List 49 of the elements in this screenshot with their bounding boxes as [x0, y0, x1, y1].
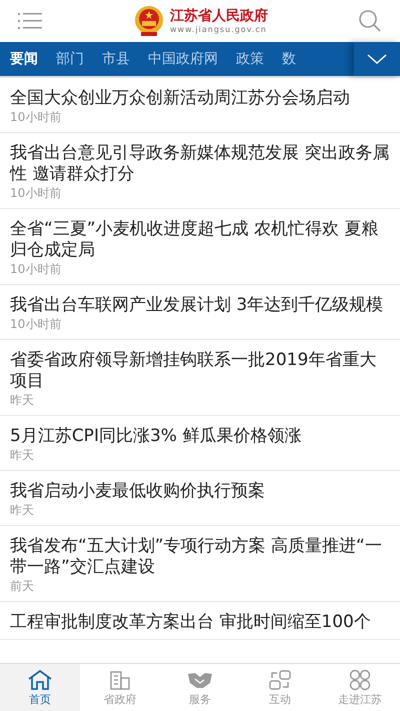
news-title: 全国大众创业万众创新活动周江苏分会场启动 [10, 88, 351, 109]
tab[interactable]: 要闻 [10, 50, 38, 68]
news-time: 10小时前 [10, 109, 62, 126]
news-title: 我省出台车联网产业发展计划 3年达到千亿级规模 [10, 295, 384, 316]
news-item[interactable]: 我省出台意见引导政务新媒体规范发展 突出政务属性 邀请群众打分 10小时前 [0, 133, 400, 209]
building-icon [108, 668, 132, 690]
news-time: 10小时前 [10, 261, 62, 278]
site-title: 江苏省人民政府 [170, 8, 268, 24]
site-url: www.jiangsu.gov.cn [170, 24, 268, 34]
nav-label: 省政府 [104, 692, 136, 706]
tab[interactable]: 部门 [56, 50, 84, 68]
home-icon [28, 668, 52, 690]
tab[interactable]: 市县 [102, 50, 130, 68]
news-title: 5月江苏CPI同比涨3% 鲜瓜果价格领涨 [10, 426, 302, 447]
exchange-icon [268, 668, 292, 690]
expand-button[interactable] [354, 42, 400, 76]
nav-label: 首页 [29, 692, 51, 706]
nav-item[interactable]: 首页 [0, 664, 80, 711]
news-title: 我省启动小麦最低收购价执行预案 [10, 481, 266, 502]
nav-label: 互动 [269, 692, 291, 706]
news-title: 我省出台意见引导政务新媒体规范发展 突出政务属性 邀请群众打分 [10, 143, 390, 185]
news-item[interactable]: 我省出台车联网产业发展计划 3年达到千亿级规模 10小时前 [0, 285, 400, 340]
news-time: 10小时前 [10, 316, 62, 333]
news-time: 昨天 [10, 447, 35, 464]
news-time: 前天 [10, 578, 35, 595]
news-item[interactable]: 我省发布“五大计划”专项行动方案 高质量推进“一带一路”交汇点建设 前天 [0, 526, 400, 602]
news-item[interactable]: 全省“三夏”小麦机收进度超七成 农机忙得欢 夏粮归仓成定局 10小时前 [0, 209, 400, 285]
news-title: 省委省政府领导新增挂钩联系一批2019年省重大项目 [10, 350, 378, 392]
news-item[interactable]: 我省启动小麦最低收购价执行预案 昨天 [0, 471, 400, 526]
chevron-down-icon [367, 54, 387, 64]
news-time: 昨天 [10, 502, 35, 519]
news-time: 昨天 [10, 392, 35, 409]
news-item[interactable]: 5月江苏CPI同比涨3% 鲜瓜果价格领涨 昨天 [0, 416, 400, 471]
news-time: 10小时前 [10, 185, 62, 202]
news-item[interactable]: 全国大众创业万众创新活动周江苏分会场启动 10小时前 [0, 78, 400, 133]
nav-label: 走进江苏 [338, 692, 382, 706]
news-title: 我省发布“五大计划”专项行动方案 高质量推进“一带一路”交汇点建设 [10, 536, 383, 578]
tab[interactable]: 数 [282, 50, 296, 68]
news-title: 工程审批制度改革方案出台 审批时间缩至100个 [10, 612, 372, 633]
emblem-icon [132, 4, 166, 38]
nav-label: 服务 [189, 692, 211, 706]
news-item[interactable]: 省委省政府领导新增挂钩联系一批2019年省重大项目 昨天 [0, 340, 400, 416]
tab[interactable]: 政策 [236, 50, 264, 68]
news-item[interactable]: 工程审批制度改革方案出台 审批时间缩至100个 [0, 602, 400, 640]
tab[interactable]: 中国政府网 [148, 50, 218, 68]
search-icon[interactable] [358, 9, 382, 33]
news-title: 全省“三夏”小麦机收进度超七成 农机忙得欢 夏粮归仓成定局 [10, 219, 380, 261]
grid-icon [348, 668, 372, 690]
menu-icon[interactable] [18, 12, 42, 30]
